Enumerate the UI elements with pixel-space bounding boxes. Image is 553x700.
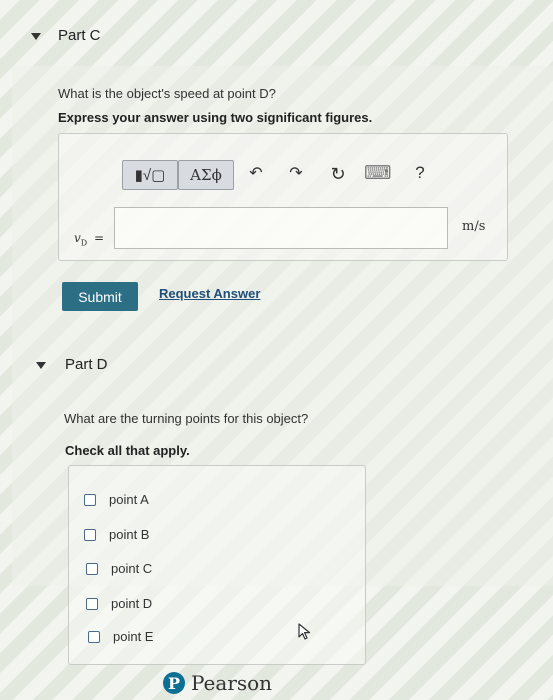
variable-label: vD = xyxy=(74,231,105,248)
part-c-question: What is the object's speed at point D? xyxy=(58,86,276,101)
option-item[interactable]: point A xyxy=(84,492,149,507)
greek-symbols-button[interactable]: ΑΣϕ xyxy=(178,160,234,190)
part-d-question: What are the turning points for this obj… xyxy=(64,411,309,426)
checkbox[interactable] xyxy=(84,528,96,541)
part-c-title[interactable]: Part C xyxy=(58,27,101,44)
collapse-caret-icon[interactable] xyxy=(31,33,41,40)
option-label: point D xyxy=(111,596,153,611)
option-label: point A xyxy=(109,492,149,507)
keyboard-icon[interactable]: ⌨ xyxy=(364,164,391,183)
checkbox[interactable] xyxy=(86,597,98,610)
answer-input[interactable] xyxy=(114,207,448,249)
equals-sign: = xyxy=(94,231,105,245)
option-label: point C xyxy=(111,561,153,576)
option-label: point E xyxy=(113,629,154,644)
option-item[interactable]: point C xyxy=(86,561,152,576)
undo-icon[interactable]: ↶ xyxy=(247,166,265,182)
option-label: point B xyxy=(109,527,150,542)
part-d-instruction: Check all that apply. xyxy=(65,443,190,458)
part-d-title[interactable]: Part D xyxy=(65,356,108,373)
redo-icon[interactable]: ↷ xyxy=(287,166,305,182)
option-item[interactable]: point D xyxy=(86,596,152,611)
templates-button[interactable]: ▮√▢ xyxy=(122,160,178,190)
pearson-brand-name: Pearson xyxy=(191,671,273,695)
greek-symbols-icon: ΑΣϕ xyxy=(190,165,222,184)
checkbox[interactable] xyxy=(86,562,98,575)
request-answer-link[interactable]: Request Answer xyxy=(159,286,260,301)
templates-icon: ▮√▢ xyxy=(134,166,166,184)
mouse-cursor-icon xyxy=(298,623,311,640)
reset-icon[interactable]: ↻ xyxy=(329,165,347,183)
checkbox[interactable] xyxy=(84,493,96,506)
pearson-logo: P Pearson xyxy=(163,671,272,695)
part-c-instruction: Express your answer using two significan… xyxy=(58,110,373,125)
pearson-logo-icon: P xyxy=(163,672,185,694)
collapse-caret-icon[interactable] xyxy=(36,362,46,369)
submit-button[interactable]: Submit xyxy=(62,282,138,311)
option-item[interactable]: point B xyxy=(84,527,149,542)
help-icon[interactable]: ? xyxy=(412,164,428,181)
option-item[interactable]: point E xyxy=(88,629,153,644)
unit-label: m/s xyxy=(462,219,486,234)
checkbox[interactable] xyxy=(88,630,100,643)
